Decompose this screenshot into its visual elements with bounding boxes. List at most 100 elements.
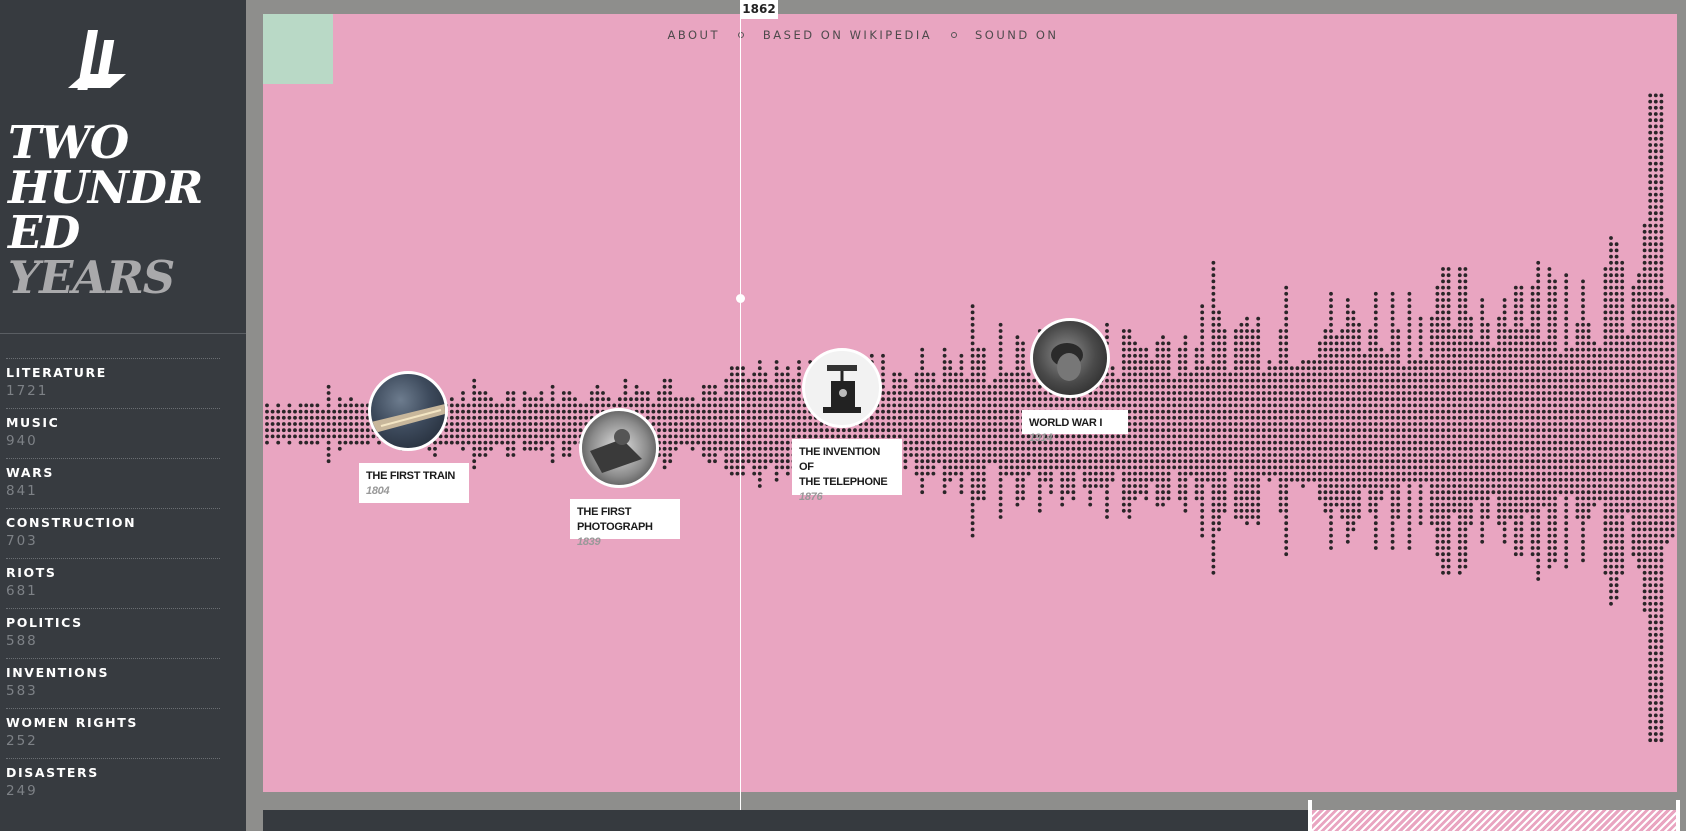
event-dot: [1278, 428, 1283, 433]
event-dot: [1334, 415, 1339, 420]
event-dot: [785, 465, 790, 470]
event-dot: [953, 384, 958, 389]
event-dot: [1357, 341, 1361, 346]
event-dot: [1373, 440, 1378, 445]
event-dot: [1502, 471, 1507, 476]
event-dot: [1138, 403, 1143, 408]
event-dot: [970, 471, 975, 476]
event-dot: [1452, 366, 1457, 371]
event-dot: [494, 403, 499, 408]
event-dot: [1463, 446, 1468, 451]
event-dot: [909, 415, 913, 420]
event-dot: [1329, 384, 1333, 389]
event-dot: [365, 434, 370, 439]
event-dot: [965, 409, 969, 414]
event-dot: [757, 446, 762, 451]
event-dot: [1121, 465, 1126, 470]
event-dot: [533, 415, 538, 420]
event-dot: [1177, 428, 1182, 433]
event-dot: [1127, 446, 1132, 451]
event-dot: [903, 434, 908, 439]
event-dot: [813, 434, 818, 439]
event-dot: [1525, 490, 1529, 495]
event-dot: [1474, 341, 1479, 346]
event-dot: [1049, 453, 1053, 457]
event-dot: [1009, 471, 1014, 476]
event-dot: [892, 434, 897, 439]
event-dot: [1256, 378, 1261, 383]
event-dot: [1043, 403, 1048, 408]
event-dot: [1407, 546, 1412, 550]
event-dot: [1082, 477, 1087, 482]
event-dot: [1267, 434, 1272, 439]
event-dot: [1592, 391, 1597, 395]
event-dot: [1026, 446, 1031, 451]
event-dot: [1295, 465, 1300, 470]
event-dot: [1312, 378, 1317, 383]
event-dot: [1609, 484, 1613, 488]
event-dot: [1441, 304, 1445, 309]
event-dot: [948, 428, 953, 433]
event-dot: [1586, 502, 1591, 507]
event-dot: [1480, 428, 1485, 433]
event-dot: [881, 353, 885, 358]
event-dot: [970, 322, 975, 327]
event-dot: [920, 372, 925, 377]
event-dot: [1469, 434, 1473, 439]
event-dot: [1037, 508, 1042, 513]
event-dot: [1015, 465, 1020, 470]
event-dot: [1345, 539, 1350, 544]
event-dot: [1547, 415, 1552, 420]
event-dot: [1435, 298, 1440, 302]
event-dot: [1015, 459, 1020, 464]
event-dot: [1446, 515, 1451, 519]
event-dot: [925, 471, 930, 476]
event-dot: [1211, 539, 1216, 544]
event-dot: [1306, 403, 1311, 408]
event-dot: [511, 397, 516, 402]
event-dot: [1161, 434, 1165, 439]
event-dot: [1205, 446, 1210, 451]
event-dot: [1250, 446, 1255, 451]
event-dot: [1323, 415, 1328, 420]
event-dot: [1564, 415, 1569, 420]
event-dot: [1457, 366, 1462, 371]
event-dot: [1385, 434, 1389, 439]
event-dot: [1401, 415, 1406, 420]
event-dot: [668, 422, 673, 426]
event-dot: [763, 453, 768, 457]
event-dot: [1250, 515, 1255, 519]
event-dot: [1233, 422, 1238, 426]
event-dot: [1457, 378, 1462, 383]
event-dot: [1603, 409, 1608, 414]
event-dot: [1340, 477, 1345, 482]
event-dot: [1418, 471, 1423, 476]
event-dot: [1211, 304, 1216, 309]
event-dot: [1161, 453, 1165, 457]
event-dot: [757, 422, 762, 426]
event-dot: [1474, 465, 1479, 470]
event-dot: [1273, 428, 1277, 433]
event-dot: [1581, 502, 1585, 507]
event-dot: [472, 422, 477, 426]
event-dot: [1569, 353, 1574, 358]
event-dot: [1250, 415, 1255, 420]
event-dot: [1390, 533, 1395, 538]
event-dot: [752, 459, 757, 464]
event-dot: [1177, 415, 1182, 420]
event-dot: [1161, 502, 1165, 507]
event-dot: [785, 471, 790, 476]
event-dot: [1485, 384, 1490, 389]
event-dot: [713, 440, 717, 445]
event-dot: [1407, 378, 1412, 383]
event-dot: [371, 434, 376, 439]
event-dot: [1446, 409, 1451, 414]
event-dot: [1172, 409, 1177, 414]
event-dot: [1015, 403, 1020, 408]
event-dot: [1172, 428, 1177, 433]
event-dot: [1396, 366, 1401, 371]
event-dot: [797, 428, 801, 433]
event-dot: [1368, 446, 1373, 451]
event-dot: [1217, 397, 1221, 402]
event-dot: [1418, 322, 1423, 327]
